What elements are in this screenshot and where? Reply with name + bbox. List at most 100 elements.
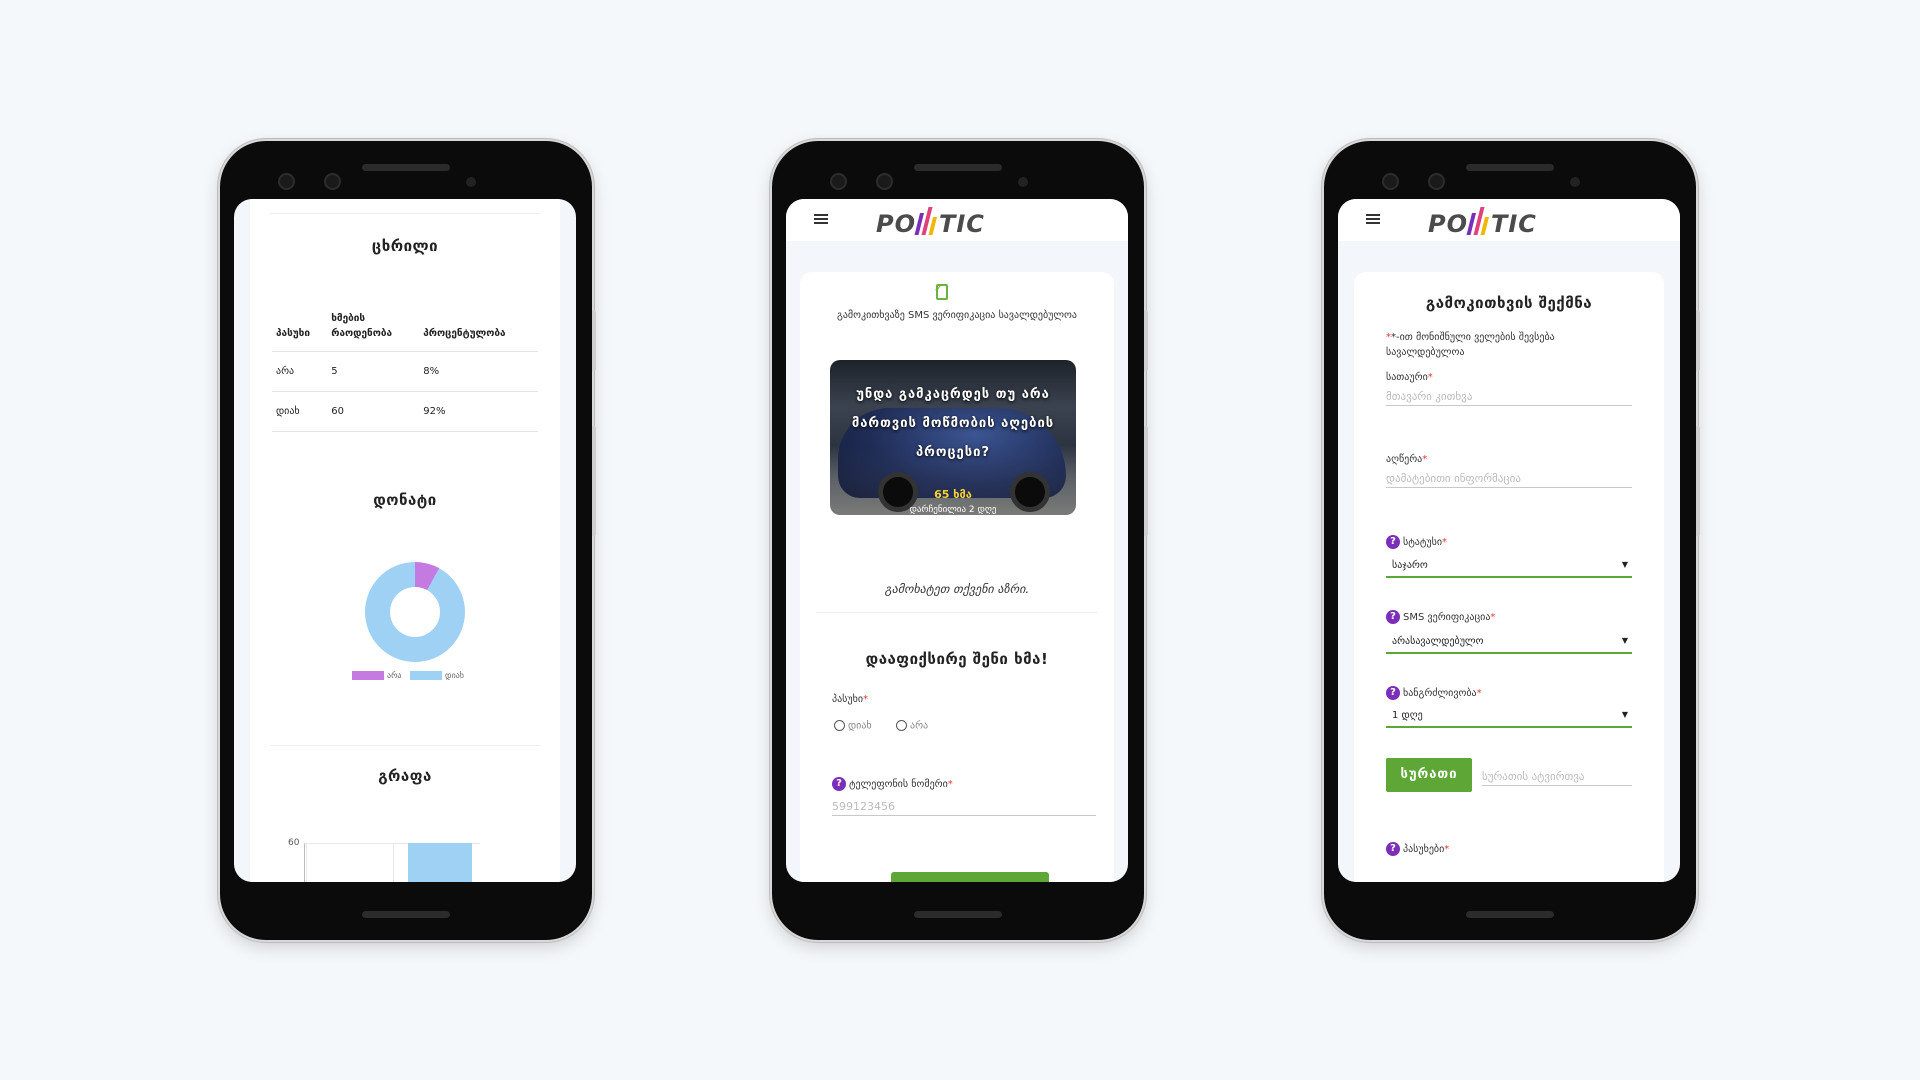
select-value: საჯარო: [1392, 560, 1428, 571]
status-label: ? სტატუსი*: [1386, 535, 1447, 549]
phone-mockup-1: ცხრილი პასუხი ხმების რაოდენობა პროცენტულ…: [220, 141, 596, 940]
app-header: PO TIC: [1338, 199, 1680, 241]
poll-question: უნდა გამკაცრდეს თუ არა მართვის მოწმობის …: [851, 387, 1055, 460]
power-button: [592, 311, 596, 371]
status-select[interactable]: საჯარო ▼: [1386, 552, 1632, 578]
speaker: [362, 164, 450, 171]
image-upload-input[interactable]: [1482, 768, 1632, 786]
sensor: [1570, 177, 1580, 187]
table-cell: 8%: [419, 351, 538, 392]
radio-no[interactable]: არა: [896, 720, 928, 732]
bar-no: [306, 843, 394, 882]
logo-bars-icon: [1466, 207, 1492, 235]
app-header: PO TIC: [786, 199, 1128, 241]
table-cell: არა: [272, 351, 328, 392]
duration-select[interactable]: 1 დღე ▼: [1386, 702, 1632, 728]
help-icon[interactable]: ?: [1386, 610, 1400, 624]
results-card: ცხრილი პასუხი ხმების რაოდენობა პროცენტულ…: [250, 199, 560, 882]
phone-number-input[interactable]: [832, 798, 1096, 816]
table-cell: დიახ: [272, 391, 328, 432]
table-header: პროცენტულობა: [419, 311, 538, 352]
vote-title: დააფიქსირე შენი ხმა!: [865, 650, 1049, 668]
camera-icon: [324, 173, 341, 190]
required-note: **-ით მონიშნული ველების შევსება სავალდებ…: [1386, 332, 1555, 358]
results-table: პასუხი ხმების რაოდენობა პროცენტულობა არა…: [272, 311, 538, 432]
donut-title: დონატი: [373, 491, 437, 509]
description-input[interactable]: [1386, 470, 1632, 488]
speaker: [914, 164, 1002, 171]
hamburger-menu-icon[interactable]: [814, 214, 828, 224]
sms-label: ? SMS ვერიფიკაცია*: [1386, 610, 1495, 624]
dropdown-caret-icon: ▼: [1621, 636, 1628, 645]
donut-hole: [390, 587, 440, 637]
poll-card: გამოკითხვაზე SMS ვერიფიკაცია სავალდებულო…: [800, 272, 1114, 882]
table-cell: 60: [327, 391, 420, 432]
legend-label: დიახ: [445, 671, 464, 680]
select-value: არასავალდებულო: [1392, 636, 1484, 647]
volume-button: [1144, 426, 1148, 536]
y-tick-label: 60: [288, 838, 300, 848]
phone-mockup-3: PO TIC გამოკითხვის შექმნა **-ით მონიშნულ…: [1324, 141, 1700, 940]
help-icon[interactable]: ?: [1386, 842, 1400, 856]
legend-swatch-yes: [410, 671, 443, 680]
bottom-speaker: [914, 911, 1002, 918]
camera-icon: [1428, 173, 1445, 190]
logo-text: PO: [1428, 210, 1468, 238]
divider: [270, 745, 540, 746]
speaker: [1466, 164, 1554, 171]
sms-select[interactable]: არასავალდებულო ▼: [1386, 628, 1632, 654]
sms-note: გამოკითხვაზე SMS ვერიფიკაცია სავალდებულო…: [837, 310, 1077, 321]
prompt-text: გამოხატეთ თქვენი აზრი.: [884, 582, 1030, 596]
phone-label: ? ტელეფონის ნომერი*: [832, 777, 953, 791]
create-poll-form: გამოკითხვის შექმნა **-ით მონიშნული ველებ…: [1354, 272, 1664, 882]
dropdown-caret-icon: ▼: [1621, 560, 1628, 569]
politic-logo[interactable]: PO TIC: [876, 207, 985, 238]
help-icon[interactable]: ?: [1386, 686, 1400, 700]
dropdown-caret-icon: ▼: [1621, 710, 1628, 719]
politic-logo[interactable]: PO TIC: [1428, 207, 1537, 238]
table-row: არა 5 8%: [272, 351, 538, 392]
table-cell: 92%: [419, 391, 538, 432]
form-title: გამოკითხვის შექმნა: [1425, 294, 1593, 312]
legend-swatch-no: [352, 671, 384, 680]
title-input[interactable]: [1386, 388, 1632, 406]
bar-yes: [408, 843, 472, 882]
volume-button: [1696, 426, 1700, 536]
title-label: სათაური*: [1386, 372, 1433, 383]
table-cell: 5: [327, 351, 420, 392]
volume-button: [592, 426, 596, 536]
select-value: 1 დღე: [1392, 710, 1423, 721]
help-icon[interactable]: ?: [832, 777, 846, 791]
bottom-speaker: [1466, 911, 1554, 918]
divider: [270, 213, 540, 214]
radio-yes[interactable]: დიახ: [834, 720, 872, 732]
submit-button[interactable]: [891, 872, 1049, 882]
table-row: დიახ 60 92%: [272, 391, 538, 432]
sensor: [466, 177, 476, 187]
screen: PO TIC გამოკითხვის შექმნა **-ით მონიშნულ…: [1338, 199, 1680, 882]
time-remaining: დარჩენილია 2 დღე: [909, 505, 997, 515]
logo-bars-icon: [914, 207, 940, 235]
hamburger-menu-icon[interactable]: [1366, 214, 1380, 224]
screen: PO TIC გამოკითხვაზე SMS ვერიფიკაცია სავა…: [786, 199, 1128, 882]
phone-mockup-2: PO TIC გამოკითხვაზე SMS ვერიფიკაცია სავა…: [772, 141, 1148, 940]
camera-icon: [876, 173, 893, 190]
table-title: ცხრილი: [371, 237, 439, 255]
donut-legend: არა დიახ: [250, 671, 560, 680]
camera-icon: [1382, 173, 1399, 190]
logo-text: PO: [876, 210, 916, 238]
answer-label: პასუხი*: [832, 694, 869, 705]
description-label: აღწერა*: [1386, 454, 1428, 465]
vote-count: 65 ხმა: [934, 488, 972, 501]
radio-label: არა: [910, 720, 929, 732]
poll-image[interactable]: უნდა გამკაცრდეს თუ არა მართვის მოწმობის …: [830, 360, 1076, 515]
donut-chart: [365, 562, 465, 662]
power-button: [1144, 311, 1148, 371]
help-icon[interactable]: ?: [1386, 535, 1400, 549]
bottom-speaker: [362, 911, 450, 918]
image-upload-button[interactable]: სურათი: [1386, 758, 1472, 792]
table-header: პასუხი: [272, 311, 328, 352]
graph-title: გრაფა: [378, 767, 432, 785]
sensor: [1018, 177, 1028, 187]
legend-label: არა: [387, 671, 402, 680]
